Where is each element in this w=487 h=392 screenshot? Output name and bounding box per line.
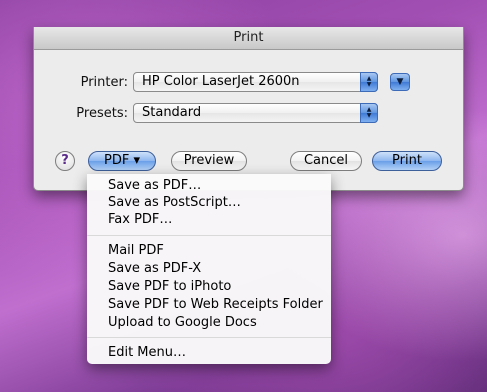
menu-item-upload-to-google-docs[interactable]: Upload to Google Docs	[108, 314, 257, 331]
cancel-button[interactable]: Cancel	[290, 151, 362, 171]
menu-separator	[87, 337, 331, 338]
pdf-button[interactable]: PDF ▾	[88, 151, 156, 171]
help-button[interactable]: ?	[55, 151, 75, 171]
popup-arrows-icon: ▲ ▼	[360, 72, 378, 92]
presets-row: Presets: Standard ▲ ▼	[34, 103, 378, 123]
menu-separator	[87, 235, 331, 236]
printer-popup[interactable]: HP Color LaserJet 2600n ▲ ▼	[133, 72, 378, 92]
menu-item-save-as-postscript[interactable]: Save as PostScript…	[108, 194, 241, 211]
printer-row: Printer: HP Color LaserJet 2600n ▲ ▼	[34, 72, 378, 92]
popup-arrows-icon: ▲ ▼	[360, 103, 378, 123]
presets-value: Standard	[142, 105, 202, 120]
menu-item-save-as-pdf[interactable]: Save as PDF…	[108, 177, 201, 194]
dialog-title: Print	[34, 27, 463, 50]
pdf-menu: Save as PDF… Save as PostScript… Fax PDF…	[87, 174, 331, 364]
menu-item-save-pdf-to-web-receipts[interactable]: Save PDF to Web Receipts Folder	[108, 296, 323, 313]
menu-item-edit-menu[interactable]: Edit Menu…	[108, 344, 186, 361]
presets-label: Presets:	[76, 105, 128, 121]
disclosure-button[interactable]: ▼	[390, 73, 410, 91]
printer-value: HP Color LaserJet 2600n	[142, 74, 300, 89]
print-button[interactable]: Print	[372, 151, 442, 171]
menu-item-fax-pdf[interactable]: Fax PDF…	[108, 211, 172, 228]
menu-item-save-pdf-to-iphoto[interactable]: Save PDF to iPhoto	[108, 278, 231, 295]
preview-button[interactable]: Preview	[171, 151, 247, 171]
presets-popup[interactable]: Standard ▲ ▼	[133, 103, 378, 123]
print-dialog: Print Printer: HP Color LaserJet 2600n ▲…	[33, 27, 464, 191]
menu-item-mail-pdf[interactable]: Mail PDF	[108, 242, 164, 259]
printer-label: Printer:	[80, 74, 128, 90]
menu-item-save-as-pdf-x[interactable]: Save as PDF-X	[108, 260, 201, 277]
chevron-down-icon: ▼	[396, 77, 404, 87]
